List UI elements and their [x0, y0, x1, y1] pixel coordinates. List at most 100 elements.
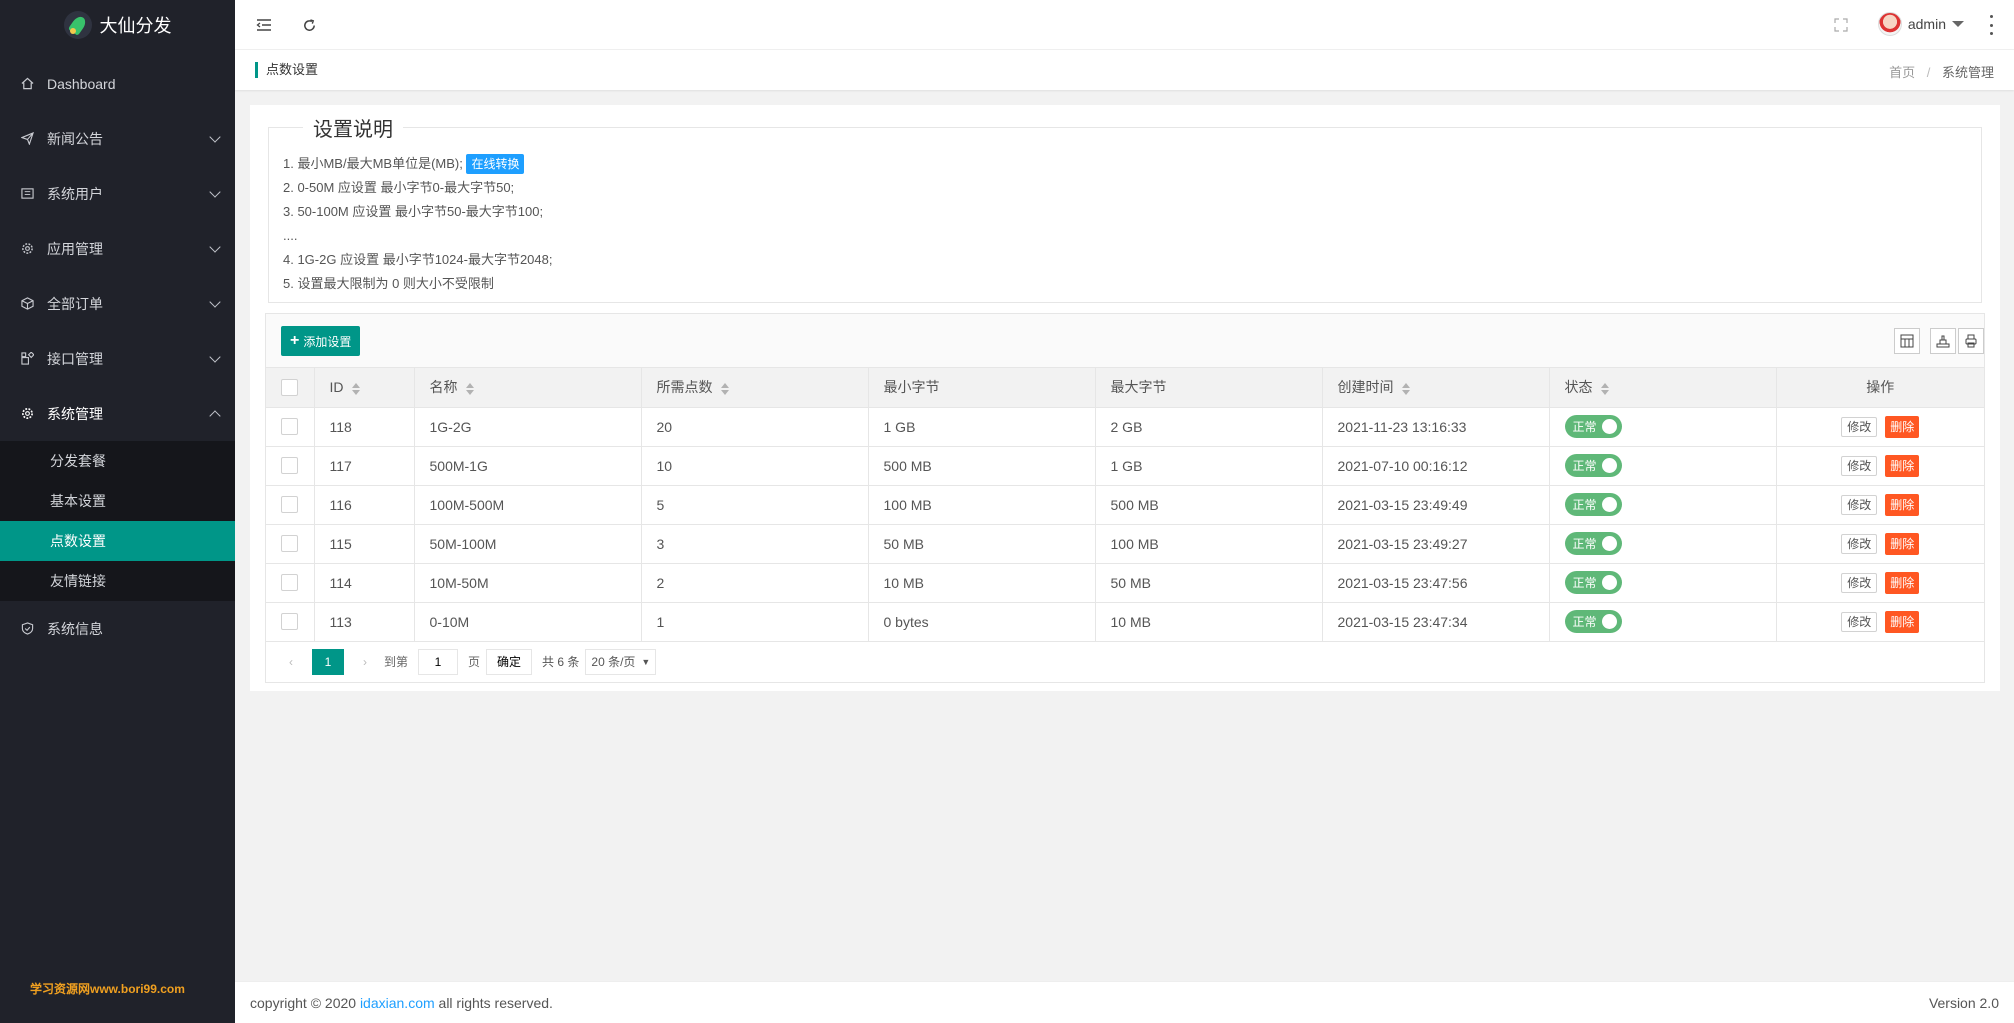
cell-min-bytes: 50 MB [868, 524, 1096, 564]
cell-min-bytes: 100 MB [868, 485, 1096, 525]
breadcrumb-current: 系统管理 [1941, 65, 1994, 80]
add-setting-label: 添加设置 [303, 334, 352, 349]
collapse-sidebar-icon[interactable] [253, 14, 275, 36]
sidebar-item-label: 系统信息 [47, 620, 103, 637]
status-toggle[interactable]: 正常 [1564, 532, 1622, 555]
user-menu[interactable]: admin [1877, 12, 1964, 36]
row-select-cell [266, 524, 315, 564]
row-checkbox[interactable] [281, 574, 298, 592]
cell-status: 正常 [1549, 563, 1777, 603]
status-toggle[interactable]: 正常 [1564, 610, 1622, 633]
column-header-id[interactable]: ID [314, 368, 415, 408]
chevron-up-icon [209, 409, 221, 422]
page-current[interactable]: 1 [312, 648, 344, 675]
site-link[interactable]: idaxian.com [360, 995, 435, 1011]
row-select-cell [266, 602, 315, 642]
status-toggle[interactable]: 正常 [1564, 571, 1622, 594]
sidebar-item-orders[interactable]: 全部订单 [0, 276, 235, 331]
rocket-logo-icon [63, 11, 92, 39]
toggle-knob [1601, 575, 1617, 590]
delete-button[interactable]: 删除 [1885, 610, 1920, 633]
cell-id: 118 [314, 407, 415, 447]
status-toggle[interactable]: 正常 [1564, 415, 1622, 438]
plus-icon: + [290, 332, 300, 349]
online-convert-link[interactable]: 在线转换 [466, 154, 525, 174]
delete-button[interactable]: 删除 [1885, 493, 1920, 516]
table-row: 118 1G-2G 20 1 GB 2 GB 2021-11-23 13:16:33 正常 修… [266, 407, 1984, 447]
row-checkbox[interactable] [281, 457, 298, 475]
next-page-icon[interactable]: › [352, 649, 378, 675]
status-label: 正常 [1572, 498, 1597, 512]
status-toggle[interactable]: 正常 [1564, 493, 1622, 516]
row-checkbox[interactable] [281, 613, 298, 631]
row-checkbox[interactable] [281, 535, 298, 553]
sort-icon[interactable] [1401, 382, 1410, 395]
cell-name: 100M-500M [414, 485, 642, 525]
refresh-icon[interactable] [298, 14, 320, 36]
fullscreen-icon[interactable] [1830, 14, 1852, 36]
edit-button[interactable]: 修改 [1841, 416, 1878, 437]
column-header-created[interactable]: 创建时间 [1322, 368, 1550, 408]
goto-label: 到第 [384, 655, 409, 669]
more-vertical-icon[interactable] [1990, 15, 1994, 35]
cell-max-bytes: 2 GB [1095, 407, 1323, 447]
sidebar-item-system-info[interactable]: 系统信息 [0, 601, 235, 656]
sidebar-subitem-basic-settings[interactable]: 基本设置 [0, 481, 235, 521]
sidebar-subitem-packages[interactable]: 分发套餐 [0, 441, 235, 481]
column-header-name[interactable]: 名称 [414, 368, 642, 408]
delete-button[interactable]: 删除 [1885, 415, 1920, 438]
logo[interactable]: 大仙分发 [0, 0, 235, 50]
sidebar-item-label: Dashboard [47, 75, 116, 92]
avatar [1877, 12, 1902, 36]
edit-button[interactable]: 修改 [1841, 572, 1878, 593]
page-title: 点数设置 [255, 62, 318, 78]
copyright-suffix: all rights reserved. [438, 994, 553, 1011]
page-size-select[interactable]: 20 条/页 ▼ [585, 648, 657, 675]
sidebar-item-news[interactable]: 新闻公告 [0, 111, 235, 166]
sidebar-item-label: 系统管理 [47, 405, 103, 422]
edit-button[interactable]: 修改 [1841, 533, 1878, 554]
sidebar-item-api[interactable]: 接口管理 [0, 331, 235, 386]
print-icon[interactable] [1958, 328, 1984, 354]
cell-max-bytes: 50 MB [1095, 563, 1323, 603]
cell-min-bytes: 1 GB [868, 407, 1096, 447]
delete-button[interactable]: 删除 [1885, 571, 1920, 594]
breadcrumb-home[interactable]: 首页 [1889, 65, 1915, 80]
version-label: Version 2.0 [1928, 994, 1999, 1011]
cell-max-bytes: 100 MB [1095, 524, 1323, 564]
cell-actions: 修改 删除 [1776, 446, 1984, 486]
status-toggle[interactable]: 正常 [1564, 454, 1622, 477]
row-checkbox[interactable] [281, 418, 298, 436]
goto-confirm-button[interactable]: 确定 [486, 648, 533, 675]
sidebar-item-users[interactable]: 系统用户 [0, 166, 235, 221]
goto-page-input[interactable] [418, 648, 459, 675]
column-label: 创建时间 [1337, 379, 1394, 396]
sidebar-item-dashboard[interactable]: Dashboard [0, 56, 235, 111]
column-header-status[interactable]: 状态 [1549, 368, 1777, 408]
sort-icon[interactable] [465, 382, 474, 395]
cell-name: 10M-50M [414, 563, 642, 603]
edit-button[interactable]: 修改 [1841, 611, 1878, 632]
edit-button[interactable]: 修改 [1841, 455, 1878, 476]
prev-page-icon[interactable]: ‹ [278, 649, 304, 675]
row-select-cell [266, 446, 315, 486]
export-icon[interactable] [1930, 328, 1956, 354]
sort-icon[interactable] [351, 382, 360, 395]
chevron-down-icon [209, 295, 221, 308]
row-checkbox[interactable] [281, 496, 298, 514]
sidebar-item-apps[interactable]: 应用管理 [0, 221, 235, 276]
sidebar-item-system[interactable]: 系统管理 [0, 386, 235, 441]
sidebar-subitem-friend-links[interactable]: 友情链接 [0, 561, 235, 601]
sort-icon[interactable] [720, 382, 729, 395]
delete-button[interactable]: 删除 [1885, 454, 1920, 477]
cell-name: 1G-2G [414, 407, 642, 447]
edit-button[interactable]: 修改 [1841, 494, 1878, 515]
sidebar-subitem-points-settings[interactable]: 点数设置 [0, 521, 235, 561]
select-all-checkbox[interactable] [281, 379, 298, 397]
delete-button[interactable]: 删除 [1885, 532, 1920, 555]
sort-icon[interactable] [1600, 382, 1609, 395]
columns-filter-icon[interactable] [1894, 328, 1920, 354]
sidebar-item-label: 接口管理 [47, 350, 103, 367]
column-header-points[interactable]: 所需点数 [641, 368, 869, 408]
add-setting-button[interactable]: + 添加设置 [281, 326, 361, 356]
